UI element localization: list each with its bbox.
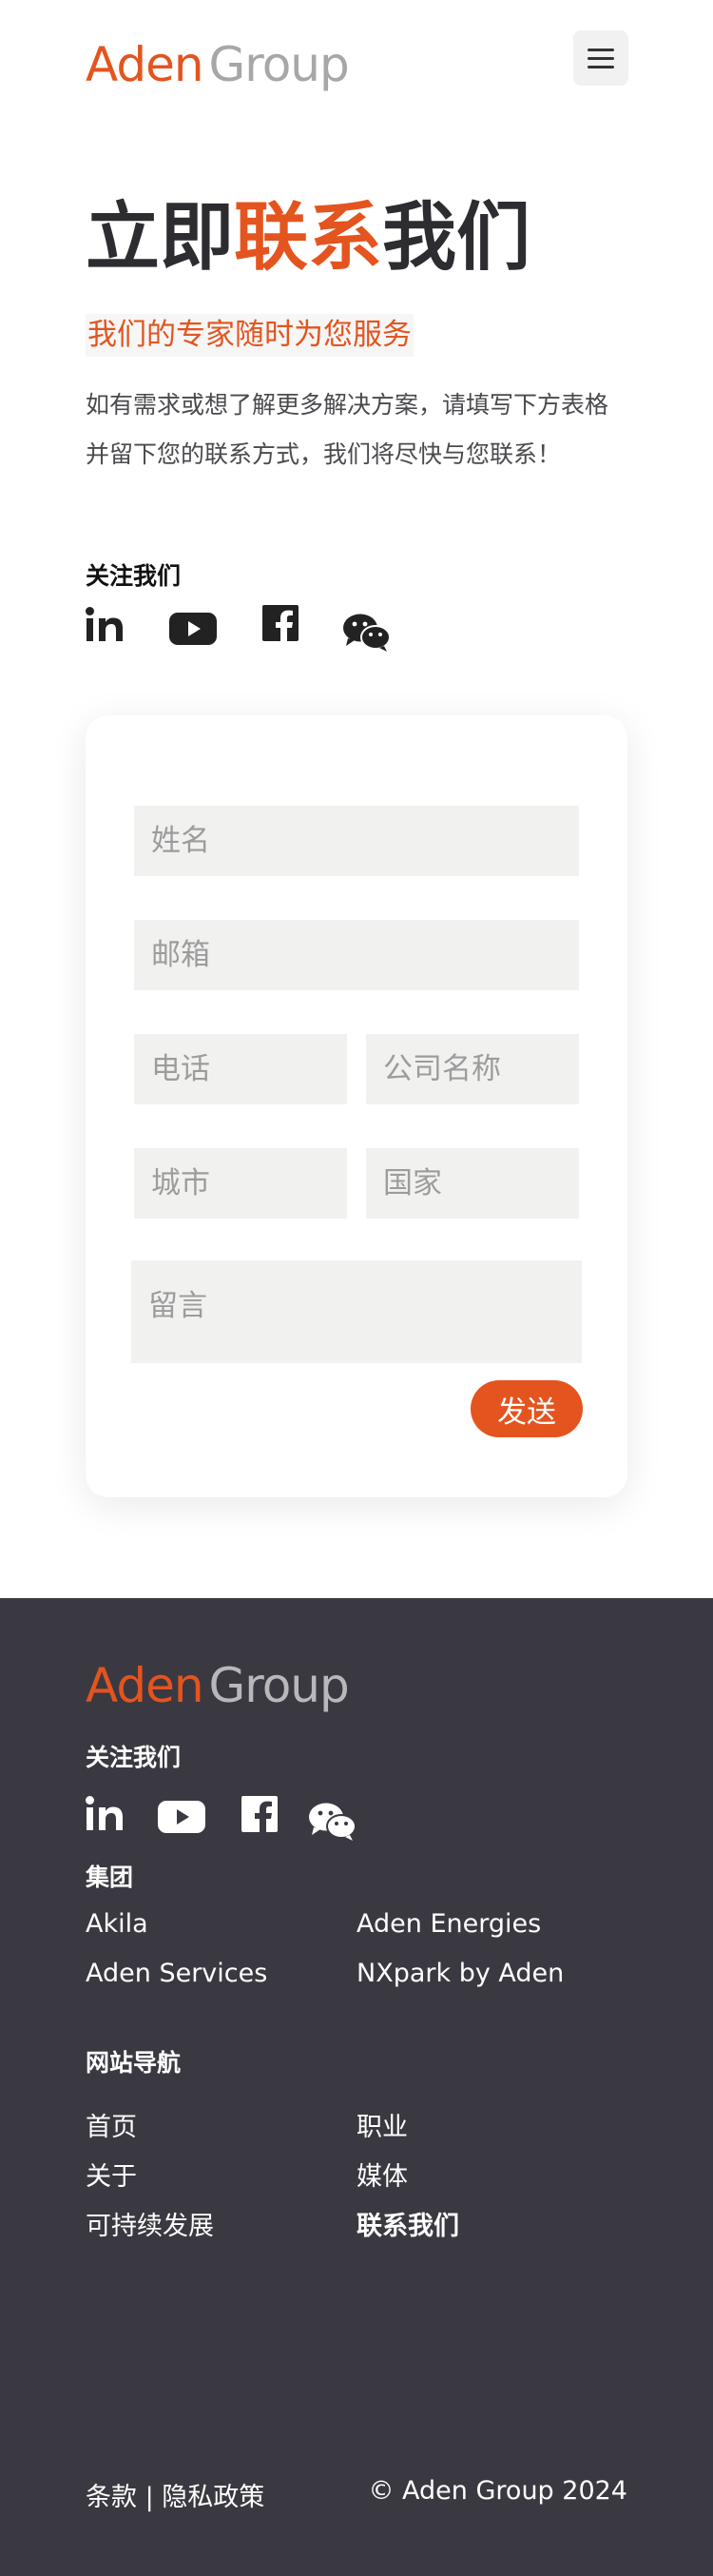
- copyright-text: © Aden Group 2024: [368, 2476, 627, 2506]
- footer-logo-aden-text: Aden: [86, 1658, 204, 1713]
- youtube-icon[interactable]: [169, 613, 217, 645]
- nav-link-contact-us[interactable]: 联系我们: [356, 2205, 459, 2242]
- aden-group-logo[interactable]: Aden Group: [86, 36, 350, 93]
- nav-link-careers[interactable]: 职业: [356, 2106, 408, 2143]
- page-title: 立即联系我们: [86, 195, 530, 281]
- youtube-icon[interactable]: [158, 1801, 205, 1833]
- group-link-nxpark[interactable]: NXpark by Aden: [356, 1959, 564, 1988]
- footer-social-links: [86, 1796, 390, 1844]
- social-links: [86, 605, 409, 653]
- facebook-icon[interactable]: [262, 605, 299, 641]
- hero-subtitle: 我们的专家随时为您服务: [86, 314, 414, 357]
- nav-link-about[interactable]: 关于: [86, 2156, 137, 2193]
- message-field[interactable]: [131, 1260, 582, 1363]
- nav-link-home[interactable]: 首页: [86, 2106, 137, 2143]
- wechat-icon[interactable]: [342, 613, 392, 653]
- country-field[interactable]: [366, 1148, 579, 1219]
- follow-us-label: 关注我们: [86, 562, 182, 590]
- company-field[interactable]: [366, 1034, 579, 1104]
- nav-link-media[interactable]: 媒体: [356, 2156, 408, 2193]
- title-part2: 我们: [382, 194, 531, 281]
- site-nav-heading: 网站导航: [86, 2049, 182, 2077]
- title-part1: 立即: [86, 194, 235, 281]
- name-field[interactable]: [134, 806, 579, 876]
- group-link-akila[interactable]: Akila: [86, 1909, 148, 1939]
- linkedin-icon[interactable]: [86, 607, 125, 643]
- terms-privacy-link[interactable]: 条款 | 隐私政策: [86, 2476, 264, 2513]
- wechat-icon[interactable]: [308, 1802, 357, 1842]
- group-link-aden-energies[interactable]: Aden Energies: [356, 1909, 541, 1939]
- footer-follow-label: 关注我们: [86, 1744, 182, 1771]
- footer-logo[interactable]: Aden Group: [86, 1657, 350, 1714]
- email-field[interactable]: [134, 920, 579, 990]
- logo-aden-text: Aden: [86, 37, 204, 92]
- hamburger-menu-icon[interactable]: [573, 30, 628, 86]
- hero-intro-text: 如有需求或想了解更多解决方案，请填写下方表格并留下您的联系方式，我们将尽快与您联…: [86, 391, 609, 468]
- site-header: Aden Group: [0, 0, 713, 124]
- city-field[interactable]: [134, 1148, 347, 1219]
- site-footer: Aden Group 关注我们 集团 Akila Aden Energies Ad…: [0, 1598, 713, 2576]
- title-accent: 联系: [234, 194, 383, 281]
- nav-link-sustainability[interactable]: 可持续发展: [86, 2205, 214, 2242]
- logo-group-text: Group: [208, 37, 350, 92]
- linkedin-icon[interactable]: [86, 1796, 125, 1832]
- group-link-aden-services[interactable]: Aden Services: [86, 1959, 267, 1988]
- send-button[interactable]: 发送: [471, 1380, 583, 1437]
- group-heading: 集团: [86, 1864, 134, 1891]
- footer-logo-group-text: Group: [208, 1658, 350, 1713]
- phone-field[interactable]: [134, 1034, 347, 1104]
- contact-form: 发送: [86, 715, 627, 1497]
- facebook-icon[interactable]: [241, 1796, 278, 1832]
